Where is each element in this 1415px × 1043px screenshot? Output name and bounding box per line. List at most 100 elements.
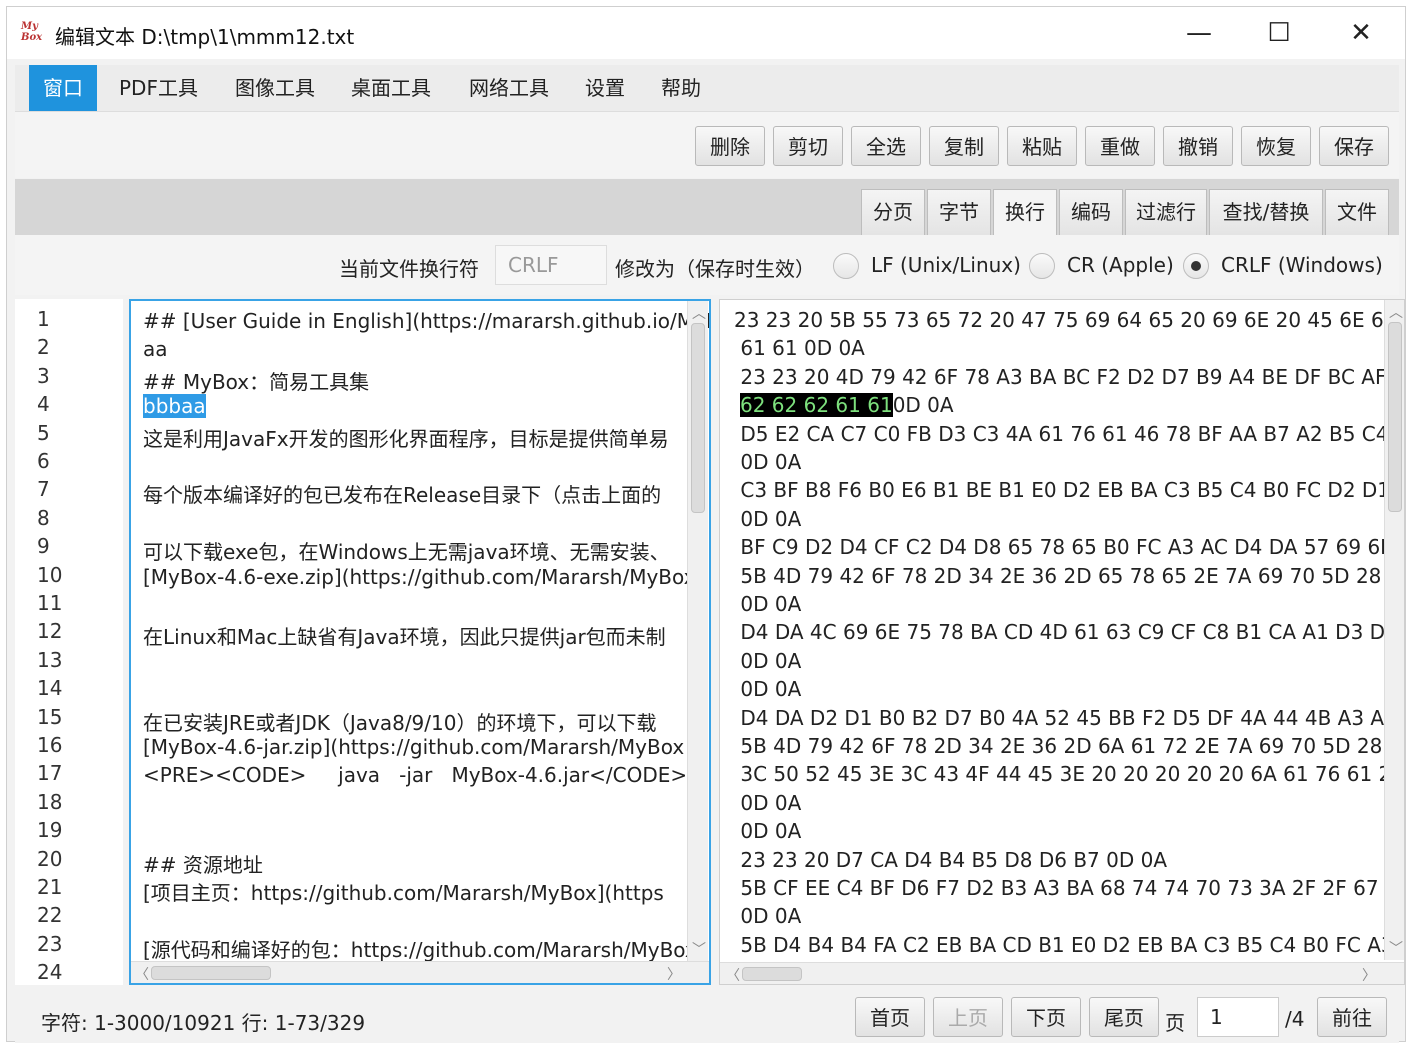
hex-line: 5B CF EE C4 BF D6 F7 D2 B3 A3 BA 68 74 7… (734, 876, 1379, 900)
radio-lf[interactable] (833, 253, 859, 279)
hex-view[interactable]: 23 23 20 5B 55 73 65 72 20 47 75 69 64 6… (719, 299, 1405, 985)
title-bar: My Box 编辑文本 D:\tmp\1\mmm12.txt — ☐ ✕ (7, 7, 1405, 59)
menu-pdf-tools[interactable]: PDF工具 (105, 65, 212, 111)
hex-vertical-scrollbar[interactable]: ︿ ﹀ (1384, 300, 1404, 960)
next-page-button[interactable]: 下页 (1011, 997, 1081, 1037)
menu-window[interactable]: 窗口 (29, 65, 97, 111)
text-line: ## [User Guide in English](https://marar… (143, 309, 711, 333)
hex-line: 23 23 20 5B 55 73 65 72 20 47 75 69 64 6… (734, 308, 1397, 332)
hex-line: 23 23 20 4D 79 42 6F 78 A3 BA BC F2 D2 D… (734, 364, 1387, 389)
scroll-right-icon[interactable]: 〉 (667, 964, 681, 983)
radio-cr[interactable] (1029, 253, 1055, 279)
menu-help[interactable]: 帮助 (647, 65, 715, 111)
tab-bytes[interactable]: 字节 (927, 189, 991, 235)
hex-selection-rest: 0D 0A (892, 393, 954, 418)
line-number: 11 (37, 591, 63, 615)
line-number: 4 (37, 392, 50, 417)
scroll-down-icon[interactable]: ﹀ (692, 939, 706, 959)
line-number: 7 (37, 477, 50, 502)
recover-button[interactable]: 恢复 (1241, 126, 1311, 166)
radio-lf-label[interactable]: LF (Unix/Linux) (871, 253, 1021, 277)
line-number: 12 (37, 619, 63, 644)
text-vertical-scrollbar[interactable]: ︿ ﹀ (687, 301, 708, 961)
text-line: [MyBox-4.6-jar.zip](https://github.com/M… (143, 735, 685, 759)
hex-horizontal-scrollbar[interactable]: 〈 〉 (720, 962, 1404, 984)
line-number: 22 (37, 903, 63, 928)
app-logo-icon: My Box (21, 21, 43, 43)
editor-window: My Box 编辑文本 D:\tmp\1\mmm12.txt — ☐ ✕ 窗口 P… (6, 6, 1406, 1043)
text-line: bbbaa (143, 394, 206, 419)
tab-find-replace[interactable]: 查找/替换 (1209, 189, 1323, 235)
edit-toolbar: 删除 剪切 全选 复制 粘贴 重做 撤销 恢复 保存 (15, 111, 1399, 178)
line-number: 9 (37, 534, 50, 559)
radio-crlf-label[interactable]: CRLF (Windows) (1221, 253, 1383, 277)
text-line: 可以下载exe包，在Windows上无需java环境、无需安装、 (143, 540, 670, 565)
scroll-right-icon[interactable]: 〉 (1362, 965, 1376, 984)
radio-crlf[interactable] (1183, 253, 1209, 279)
current-linebreak-label: 当前文件换行符 (339, 257, 479, 281)
tab-linebreak[interactable]: 换行 (993, 189, 1057, 235)
page-input[interactable]: 1 (1197, 997, 1279, 1037)
hex-line: 5B 4D 79 42 6F 78 2D 34 2E 36 2D 6A 61 7… (734, 734, 1383, 758)
go-page-button[interactable]: 前往 (1317, 997, 1387, 1037)
menu-image-tools[interactable]: 图像工具 (221, 65, 329, 111)
tab-encoding[interactable]: 编码 (1059, 189, 1123, 235)
tab-file[interactable]: 文件 (1325, 189, 1389, 235)
line-number: 15 (37, 704, 63, 729)
scroll-up-icon[interactable]: ︿ (692, 303, 706, 323)
line-number: 14 (37, 676, 63, 701)
text-vscroll-thumb[interactable] (691, 323, 705, 513)
text-line: [MyBox-4.6-exe.zip](https://github.com/M… (143, 564, 696, 589)
menu-network-tools[interactable]: 网络工具 (455, 65, 563, 111)
select-all-button[interactable]: 全选 (851, 126, 921, 166)
text-hscroll-thumb[interactable] (151, 966, 271, 980)
hex-line: 62 62 62 61 610D 0A (740, 393, 954, 418)
text-horizontal-scrollbar[interactable]: 〈 〉 (131, 961, 709, 983)
last-page-button[interactable]: 尾页 (1089, 997, 1159, 1037)
cut-button[interactable]: 剪切 (773, 126, 843, 166)
text-line: ## 资源地址 (143, 852, 263, 877)
maximize-button[interactable]: ☐ (1239, 11, 1319, 55)
scroll-up-icon[interactable]: ︿ (1389, 302, 1403, 322)
status-bar: 字符: 1-3000/10921 行: 1-73/329 首页 上页 下页 尾页… (15, 991, 1399, 1043)
scroll-left-icon[interactable]: 〈 (135, 964, 149, 983)
redo-button[interactable]: 重做 (1085, 126, 1155, 166)
hex-line: 0D 0A (734, 450, 802, 474)
hex-line: 0D 0A (734, 790, 802, 815)
first-page-button[interactable]: 首页 (855, 997, 925, 1037)
linebreak-options: 当前文件换行符 CRLF 修改为（保存时生效） LF (Unix/Linux) … (15, 235, 1399, 295)
line-number: 2 (37, 335, 50, 360)
text-editor[interactable]: ## [User Guide in English](https://marar… (129, 299, 711, 985)
line-number: 16 (37, 733, 63, 757)
line-number: 10 (37, 562, 63, 587)
delete-button[interactable]: 删除 (695, 126, 765, 166)
text-line: 每个版本编译好的包已发布在Release目录下（点击上面的 (143, 483, 662, 508)
radio-cr-label[interactable]: CR (Apple) (1067, 253, 1174, 277)
line-number: 24 (37, 960, 63, 985)
tab-filter-lines[interactable]: 过滤行 (1125, 189, 1207, 235)
hex-hscroll-thumb[interactable] (742, 967, 802, 981)
undo-button[interactable]: 撤销 (1163, 126, 1233, 166)
hex-selection: 62 62 62 61 61 (740, 393, 893, 418)
scroll-left-icon[interactable]: 〈 (726, 965, 740, 984)
hex-line: 5B D4 B4 B4 FA C2 EB BA CD B1 E0 D2 EB B… (734, 932, 1405, 957)
text-line: aa (143, 337, 168, 362)
line-number: 3 (37, 363, 50, 388)
tab-paging[interactable]: 分页 (861, 189, 925, 235)
menu-settings[interactable]: 设置 (571, 65, 639, 111)
hex-vscroll-thumb[interactable] (1388, 322, 1402, 512)
text-line: ## MyBox：简易工具集 (143, 369, 370, 394)
change-to-label: 修改为（保存时生效） (615, 257, 815, 281)
line-number: 18 (37, 789, 63, 814)
close-button[interactable]: ✕ (1321, 11, 1401, 55)
prev-page-button[interactable]: 上页 (933, 997, 1003, 1037)
window-title: 编辑文本 D:\tmp\1\mmm12.txt (55, 25, 355, 49)
copy-button[interactable]: 复制 (929, 126, 999, 166)
menu-desktop-tools[interactable]: 桌面工具 (337, 65, 445, 111)
text-line: 这是利用JavaFx开发的图形化界面程序，目标是提供简单易 (143, 426, 669, 451)
save-button[interactable]: 保存 (1319, 126, 1389, 166)
scroll-down-icon[interactable]: ﹀ (1389, 938, 1403, 958)
minimize-button[interactable]: — (1159, 11, 1239, 55)
hex-line: 3C 50 52 45 3E 3C 43 4F 44 45 3E 20 20 2… (734, 762, 1404, 787)
paste-button[interactable]: 粘贴 (1007, 126, 1077, 166)
